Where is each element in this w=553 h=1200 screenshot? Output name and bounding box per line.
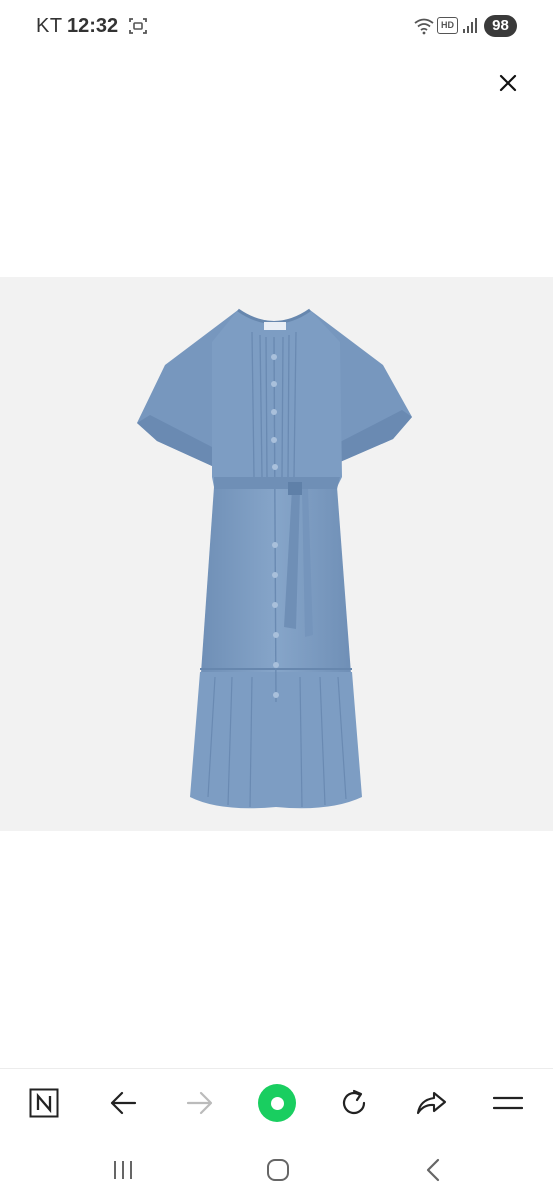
- back-button[interactable]: [103, 1083, 143, 1123]
- clock: 12:32: [67, 15, 119, 37]
- reload-button[interactable]: [334, 1083, 374, 1123]
- close-icon: [499, 74, 517, 92]
- home-circle-icon: [267, 1159, 289, 1181]
- hamburger-menu-icon: [493, 1096, 523, 1110]
- battery-indicator: 98: [484, 15, 517, 37]
- forward-button[interactable]: [180, 1083, 220, 1123]
- screenshot-icon: [129, 18, 147, 34]
- wifi-icon: [414, 18, 434, 35]
- recents-icon: [114, 1161, 132, 1179]
- share-button[interactable]: [411, 1083, 451, 1123]
- naver-n-icon: [29, 1088, 59, 1118]
- home-nav-button[interactable]: [256, 1152, 300, 1188]
- recents-button[interactable]: [101, 1152, 145, 1188]
- green-dot-icon: [258, 1084, 296, 1122]
- arrow-left-icon: [110, 1091, 137, 1115]
- status-bar: KT 12:32 HD 98: [0, 0, 553, 52]
- system-nav-bar: [0, 1138, 553, 1200]
- menu-button[interactable]: [488, 1083, 528, 1123]
- reload-icon: [342, 1089, 366, 1115]
- home-button[interactable]: [24, 1083, 64, 1123]
- arrow-right-icon: [186, 1091, 213, 1115]
- green-dot-button[interactable]: [257, 1083, 297, 1123]
- signal-icon: [463, 18, 477, 33]
- chevron-left-icon: [426, 1158, 440, 1182]
- browser-toolbar: [0, 1068, 553, 1139]
- close-button[interactable]: [493, 68, 523, 98]
- share-icon: [416, 1091, 447, 1115]
- carrier-label: KT: [36, 15, 63, 37]
- product-image-panel[interactable]: [0, 277, 553, 831]
- hd-badge: HD: [437, 17, 458, 34]
- dress-image: [137, 308, 412, 809]
- back-nav-button[interactable]: [411, 1152, 455, 1188]
